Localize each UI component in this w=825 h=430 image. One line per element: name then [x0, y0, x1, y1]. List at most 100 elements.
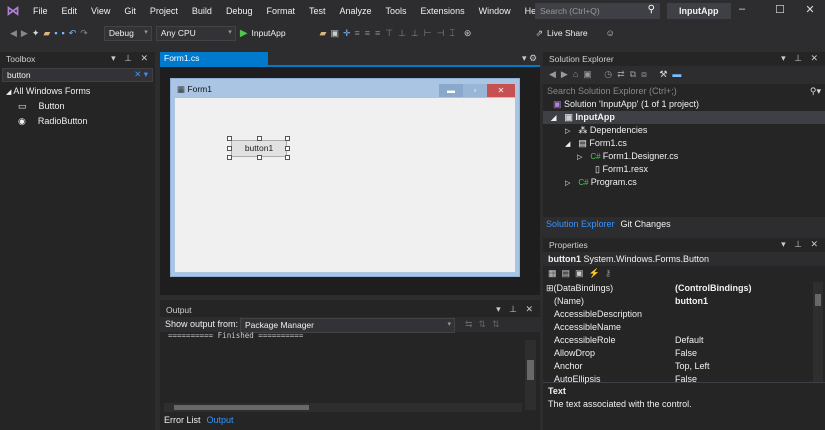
- panel-controls-icon[interactable]: ▾ ⊥ ✕: [111, 53, 151, 64]
- properties-scrollbar[interactable]: [813, 282, 823, 382]
- tab-output[interactable]: Output: [207, 415, 234, 425]
- global-search-input[interactable]: Search (Ctrl+Q) ⚲: [535, 3, 660, 19]
- menu-view[interactable]: View: [84, 6, 117, 16]
- property-row[interactable]: AllowDrop False: [543, 347, 825, 360]
- resize-handle[interactable]: [257, 155, 262, 160]
- tree-item-program[interactable]: ▷ C# Program.cs: [543, 176, 825, 189]
- panel-controls-icon[interactable]: ▾ ⊥ ✕: [781, 53, 821, 64]
- live-share-button[interactable]: Live Share: [547, 28, 588, 38]
- output-tool-icons[interactable]: ⇆⇅⇅: [465, 319, 506, 330]
- minimize-button[interactable]: –: [732, 3, 752, 15]
- menu-test[interactable]: Test: [302, 6, 333, 16]
- resize-handle[interactable]: [227, 146, 232, 151]
- maximize-button[interactable]: ☐: [770, 3, 790, 16]
- object-selector[interactable]: button1 System.Windows.Forms.Button: [543, 252, 825, 266]
- property-value[interactable]: Top, Left: [675, 360, 710, 373]
- menu-git[interactable]: Git: [117, 6, 143, 16]
- property-row[interactable]: AccessibleDescription: [543, 308, 825, 321]
- property-row[interactable]: AccessibleRole Default: [543, 334, 825, 347]
- folder-icon[interactable]: ▰: [320, 28, 327, 39]
- screenshot-icon[interactable]: ▣: [330, 28, 339, 39]
- tree-item-dependencies[interactable]: ▷ ⁂ Dependencies: [543, 124, 825, 137]
- expand-icon[interactable]: ⊞: [546, 283, 554, 293]
- layout-align-icons[interactable]: ≡≡≡⊤⊥⊥⊢⊣⌶: [355, 28, 460, 39]
- forward-icon[interactable]: ▶: [21, 28, 28, 39]
- tab-order-icon[interactable]: ⊛: [464, 28, 472, 39]
- redo-icon[interactable]: ↷: [80, 28, 88, 39]
- open-folder-icon[interactable]: ▰: [43, 28, 50, 39]
- property-row[interactable]: AutoEllipsis False: [543, 373, 825, 386]
- resize-handle[interactable]: [285, 146, 290, 151]
- tab-form1-design[interactable]: Form1.cs [Design]*⊸✕: [160, 52, 268, 73]
- resize-handle[interactable]: [227, 136, 232, 141]
- property-row[interactable]: ⊞(DataBindings) (ControlBindings): [543, 282, 825, 295]
- resize-handle[interactable]: [285, 136, 290, 141]
- align-grid-icon[interactable]: ✛: [343, 28, 351, 39]
- menu-format[interactable]: Format: [259, 6, 302, 16]
- scroll-thumb[interactable]: [527, 360, 534, 380]
- resize-handle[interactable]: [285, 155, 290, 160]
- panel-controls-icon[interactable]: ▾ ⊥ ✕: [496, 304, 536, 315]
- panel-controls-icon[interactable]: ▾ ⊥ ✕: [781, 239, 821, 250]
- property-name: AutoEllipsis: [554, 374, 601, 384]
- resize-handle[interactable]: [227, 155, 232, 160]
- tree-item-solution[interactable]: ▣ Solution 'InputApp' (1 of 1 project): [543, 98, 825, 111]
- menu-tools[interactable]: Tools: [379, 6, 414, 16]
- tab-solution-explorer[interactable]: Solution Explorer: [546, 217, 615, 232]
- save-all-icon[interactable]: ▪: [62, 28, 65, 38]
- tree-item-form1-resx[interactable]: ▯ Form1.resx: [543, 163, 825, 176]
- menu-analyze[interactable]: Analyze: [333, 6, 379, 16]
- property-row[interactable]: (Name) button1: [543, 295, 825, 308]
- resize-handle[interactable]: [257, 136, 262, 141]
- toolbox-item-button[interactable]: ▭ Button: [0, 100, 155, 113]
- output-source-value: Package Manager: [245, 320, 314, 330]
- tree-label: Form1.Designer.cs: [602, 151, 679, 161]
- configuration-dropdown[interactable]: Debug ▾: [103, 25, 152, 41]
- menu-extensions[interactable]: Extensions: [414, 6, 472, 16]
- scroll-thumb[interactable]: [174, 405, 309, 410]
- close-window-button[interactable]: ✕: [800, 3, 820, 16]
- new-item-icon[interactable]: ✦: [32, 28, 40, 39]
- live-share-icon[interactable]: ⇗: [535, 28, 543, 39]
- tab-git-changes[interactable]: Git Changes: [621, 217, 671, 232]
- output-panel: Output ▾ ⊥ ✕ Show output from: Package Ma…: [160, 300, 540, 430]
- save-icon[interactable]: ▪: [54, 28, 57, 38]
- menu-window[interactable]: Window: [472, 6, 518, 16]
- undo-icon[interactable]: ↶: [69, 28, 77, 39]
- menu-project[interactable]: Project: [143, 6, 185, 16]
- tab-error-list[interactable]: Error List: [164, 415, 201, 425]
- back-icon[interactable]: ◀: [10, 28, 17, 39]
- toolbox-group[interactable]: ◢ All Windows Forms: [0, 85, 155, 98]
- properties-toolbar[interactable]: ▦▤▣⚡⚷: [543, 266, 825, 282]
- tree-item-form1[interactable]: ◢ ▤ Form1.cs: [543, 137, 825, 150]
- start-icon[interactable]: ▶: [240, 28, 248, 39]
- scroll-thumb[interactable]: [815, 294, 821, 306]
- tree-item-project[interactable]: ◢ ▣ InputApp: [543, 111, 825, 124]
- menu-file[interactable]: File: [26, 6, 55, 16]
- solution-search-input[interactable]: Search Solution Explorer (Ctrl+;) ⚲▾: [543, 84, 825, 98]
- output-source-dropdown[interactable]: Package Manager ▾: [240, 318, 455, 333]
- output-vertical-scrollbar[interactable]: [525, 340, 536, 410]
- clear-search-icon[interactable]: ✕ ▾: [134, 69, 148, 80]
- menu-build[interactable]: Build: [185, 6, 219, 16]
- menu-edit[interactable]: Edit: [55, 6, 85, 16]
- property-description: Text The text associated with the contro…: [543, 382, 825, 412]
- platform-dropdown[interactable]: Any CPU ▾: [155, 25, 236, 41]
- feedback-icon[interactable]: ☺: [606, 28, 615, 38]
- property-value[interactable]: (ControlBindings): [675, 282, 751, 295]
- property-value[interactable]: False: [675, 373, 697, 386]
- solution-explorer-toolbar[interactable]: ◀▶⌂▣ ◷⇄⧉⧈ ⚒▬: [543, 66, 825, 84]
- document-options-icon[interactable]: ▾ ⚙: [522, 53, 537, 64]
- menu-debug[interactable]: Debug: [219, 6, 260, 16]
- start-button[interactable]: InputApp: [252, 28, 286, 38]
- property-row[interactable]: AccessibleName: [543, 321, 825, 334]
- property-row[interactable]: Anchor Top, Left: [543, 360, 825, 373]
- output-horizontal-scrollbar[interactable]: [164, 403, 522, 412]
- property-value[interactable]: Default: [675, 334, 704, 347]
- toolbox-search-input[interactable]: button ✕ ▾: [2, 68, 153, 82]
- property-value[interactable]: button1: [675, 295, 708, 308]
- form-window[interactable]: ▦ Form1 ▬ ▫ ✕ button1: [170, 78, 520, 277]
- property-value[interactable]: False: [675, 347, 697, 360]
- tree-item-form1-designer[interactable]: ▷ C# Form1.Designer.cs: [543, 150, 825, 163]
- toolbox-item-radiobutton[interactable]: ◉ RadioButton: [0, 115, 155, 128]
